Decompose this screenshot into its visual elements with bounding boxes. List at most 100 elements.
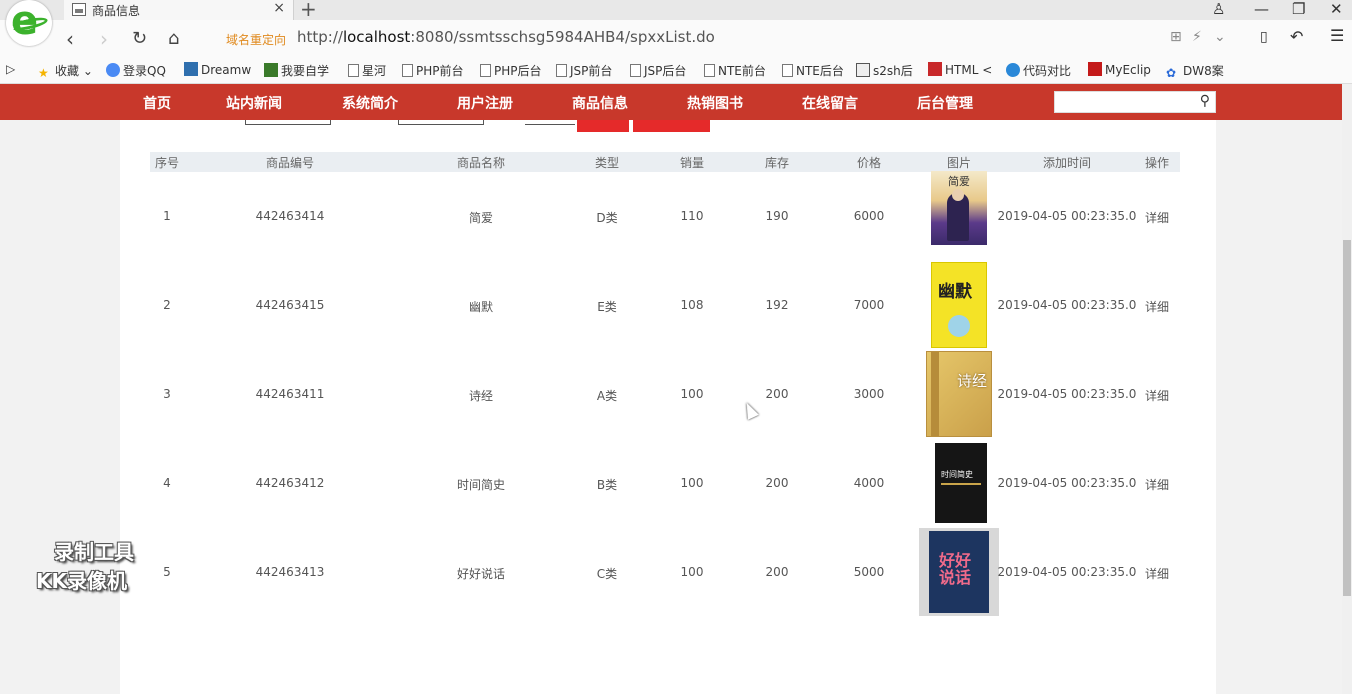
grid-icon[interactable]: ⊞ [1170, 29, 1182, 45]
redirect-badge: 域名重定向 [226, 33, 287, 47]
col-name: 商品名称 [456, 156, 506, 170]
menu-icon[interactable]: ☰ [1330, 26, 1344, 45]
detail-link[interactable]: 详细 [1145, 476, 1169, 493]
cell-code: 442463415 [255, 298, 325, 312]
url-input[interactable]: http://localhost:8080/ssmtsschsg5984AHB4… [297, 28, 715, 46]
book-cover-image: 简爱 [931, 171, 987, 245]
page-icon [480, 64, 491, 77]
detail-link[interactable]: 详细 [1145, 298, 1169, 315]
cell-price: 4000 [853, 476, 885, 490]
content-area [120, 120, 1216, 694]
page-favicon-icon [72, 3, 86, 16]
new-tab-icon[interactable]: + [300, 0, 317, 21]
bookmark-item[interactable]: PHP后台 [480, 62, 542, 79]
scroll-thumb[interactable] [1343, 240, 1351, 596]
nav-home[interactable]: 首页 [143, 93, 171, 113]
nav-register[interactable]: 用户注册 [457, 93, 513, 113]
cell-seq: 5 [163, 565, 171, 579]
cell-stock: 190 [765, 209, 789, 223]
bookmark-item[interactable]: 星河 [348, 62, 386, 79]
chevron-down-icon[interactable]: ⌄ [1214, 29, 1226, 45]
myeclipse-icon [1088, 62, 1102, 76]
cell-stock: 192 [765, 298, 789, 312]
refresh-icon[interactable]: ↻ [132, 28, 147, 49]
bookmark-item[interactable]: Dreamw [184, 62, 251, 77]
bookmark-item[interactable]: JSP前台 [556, 62, 612, 79]
back-icon[interactable]: ‹ [66, 27, 74, 51]
close-window-icon[interactable]: ✕ [1330, 0, 1343, 18]
bookmark-item[interactable]: HTML < [928, 62, 992, 77]
cell-seq: 2 [163, 298, 171, 312]
nav-admin[interactable]: 后台管理 [917, 93, 973, 113]
page-icon [402, 64, 413, 77]
cell-name: 简爱 [468, 211, 494, 225]
col-type: 类型 [594, 156, 620, 170]
undo-icon[interactable]: ↶ [1290, 27, 1303, 46]
col-sales: 销量 [679, 156, 705, 170]
search-icon[interactable]: ⚲ [1200, 93, 1210, 109]
bookmark-item[interactable]: 代码对比 [1006, 62, 1071, 79]
minimize-icon[interactable]: — [1254, 0, 1269, 18]
col-added: 添加时间 [1042, 156, 1092, 170]
nav-bestsellers[interactable]: 热销图书 [687, 93, 743, 113]
detail-link[interactable]: 详细 [1145, 565, 1169, 582]
query-button[interactable] [577, 119, 629, 132]
cell-price: 7000 [853, 298, 885, 312]
page-icon [630, 64, 641, 77]
page-icon [782, 64, 793, 77]
cell-name: 时间简史 [456, 478, 506, 492]
cell-type: C类 [596, 567, 618, 581]
col-action: 操作 [1144, 156, 1170, 170]
bookmark-item[interactable]: s2sh后 [856, 62, 913, 79]
cell-type: D类 [596, 211, 618, 225]
site-icon [1006, 63, 1020, 77]
site-navigation: 首页 站内新闻 系统简介 用户注册 商品信息 热销图书 在线留言 后台管理 ⚲ [0, 84, 1342, 120]
bookmark-item[interactable]: 我要自学 [264, 62, 329, 79]
bookmark-item[interactable]: NTE后台 [782, 62, 844, 79]
nav-messages[interactable]: 在线留言 [802, 93, 858, 113]
close-tab-icon[interactable]: × [273, 0, 285, 16]
bookmark-item[interactable]: PHP前台 [402, 62, 464, 79]
detail-link[interactable]: 详细 [1145, 209, 1169, 226]
bookmark-item[interactable]: NTE前台 [704, 62, 766, 79]
nav-news[interactable]: 站内新闻 [226, 93, 282, 113]
cell-price: 5000 [853, 565, 885, 579]
bookmark-item[interactable]: ✿ DW8案 [1166, 62, 1224, 80]
cell-seq: 3 [163, 387, 171, 401]
qq-icon [106, 63, 120, 77]
lightning-icon[interactable]: ⚡ [1192, 29, 1202, 45]
book-cover-image: 时间简史 [935, 443, 987, 523]
address-bar: ‹ › ↻ ⌂ 域名重定向 http://localhost:8080/ssmt… [0, 20, 1352, 58]
vertical-scrollbar[interactable] [1342, 84, 1352, 694]
add-button[interactable] [633, 119, 710, 132]
nav-about[interactable]: 系统简介 [342, 93, 398, 113]
browser-tab[interactable]: 商品信息 × [64, 0, 294, 20]
detail-link[interactable]: 详细 [1145, 387, 1169, 404]
search-input[interactable] [1055, 92, 1193, 112]
bookmark-item[interactable]: JSP后台 [630, 62, 686, 79]
nav-products[interactable]: 商品信息 [572, 93, 628, 113]
cell-stock: 200 [765, 387, 789, 401]
bookmark-item[interactable]: 登录QQ [106, 62, 166, 79]
star-icon: ★ [38, 66, 49, 80]
forward-icon[interactable]: › [100, 27, 108, 51]
shirt-skin-icon[interactable]: ♙ [1212, 0, 1225, 18]
tab-title: 商品信息 [92, 4, 141, 18]
cell-code: 442463413 [255, 565, 325, 579]
cell-code: 442463414 [255, 209, 325, 223]
book-cover-image: 诗经 [926, 351, 992, 437]
page-icon [556, 64, 567, 77]
paw-icon: ✿ [1166, 66, 1177, 80]
bookmark-icon[interactable]: ▯ [1260, 29, 1268, 45]
restore-icon[interactable]: ❐ [1292, 0, 1305, 18]
bookmark-item[interactable]: ★ 收藏 ⌄ [38, 62, 93, 80]
sidebar-toggle-icon[interactable]: ▷ [6, 62, 15, 76]
browser-logo-icon: e [6, 0, 52, 46]
cell-seq: 4 [163, 476, 171, 490]
html-icon [928, 62, 942, 76]
cell-sales: 100 [680, 476, 704, 490]
bookmark-item[interactable]: MyEclip [1088, 62, 1151, 77]
cell-seq: 1 [163, 209, 171, 223]
home-icon[interactable]: ⌂ [168, 28, 179, 49]
cell-code: 442463411 [255, 387, 325, 401]
